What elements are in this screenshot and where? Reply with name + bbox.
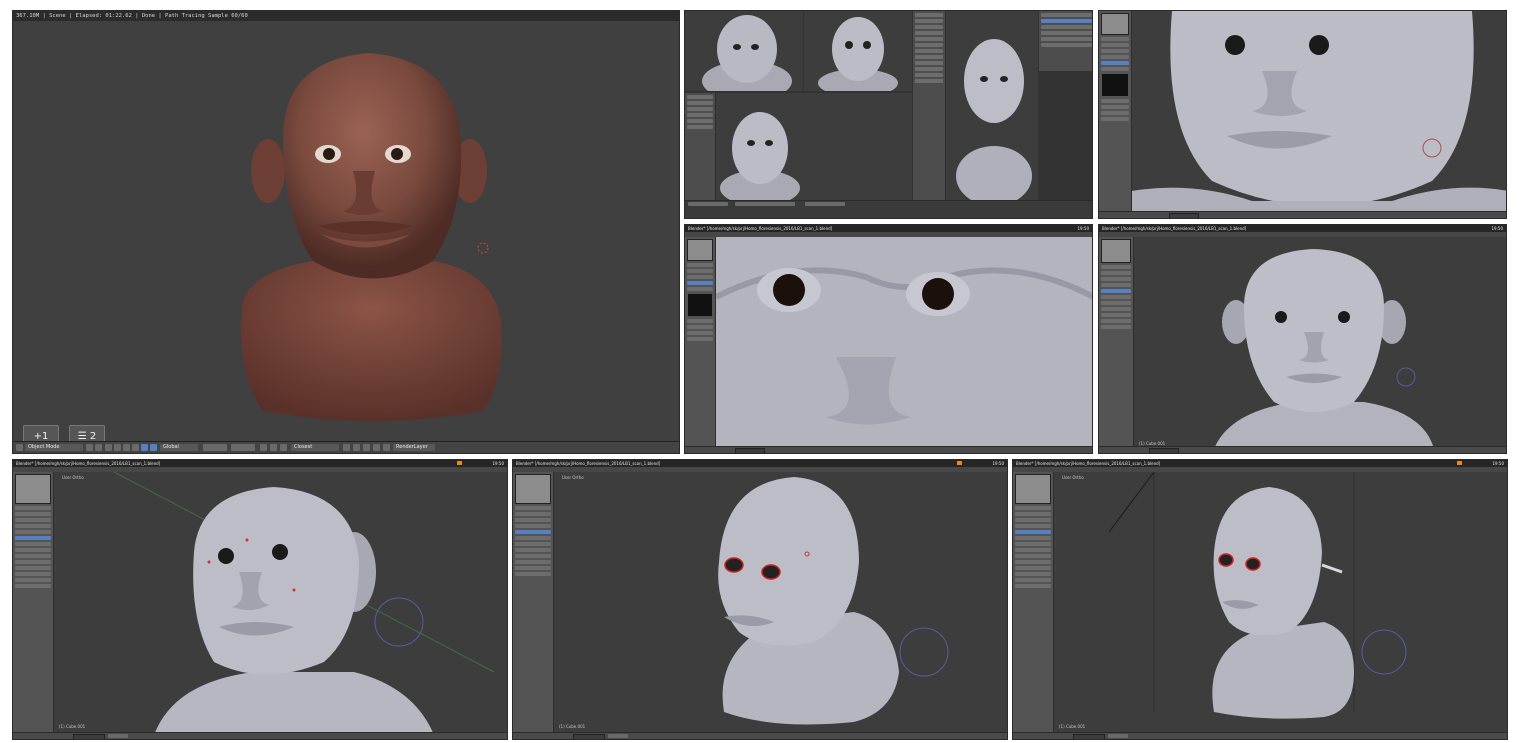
object-label: (1) Cube.001 [559,724,586,729]
front-head-panel[interactable]: Blender* [/home/mgh/sk/prj/Homo_floresie… [1098,224,1507,454]
view-top-left[interactable] [685,11,803,91]
n-panel[interactable] [1039,11,1092,71]
brush-thumbnail[interactable] [515,474,551,504]
closeup-face-panel[interactable] [1098,10,1507,219]
snap-icon[interactable] [141,444,148,451]
window-title-bar: Blender* [/home/mgh/sk/prj/Homo_floresie… [1099,225,1506,232]
clay-head-front [720,112,800,203]
eyes-viewport[interactable] [716,237,1092,449]
render-info-text: 367.10M | Scene | Elapsed: 01:22.62 | Do… [16,13,248,19]
magnet-icon[interactable] [280,444,287,451]
viewport-header-toolbar: Object Mode Global Closest RenderLayer [13,441,679,453]
window-title-bar: Blender* [/home/mgh/sk/prj/Homo_floresie… [1013,460,1507,467]
clay-head-side [956,39,1032,201]
grid-icon[interactable] [383,444,390,451]
grab-icon[interactable] [150,444,157,451]
window-title-bar: Blender* [/home/mgh/sk/prj/Homo_floresie… [513,460,1007,467]
blender-logo-icon [957,461,962,465]
sculpt-viewport-1[interactable]: User Ortho [54,472,507,735]
brush-thumbnail[interactable] [1015,474,1051,504]
object-label: (1) Cube.001 [59,724,86,729]
brush-thumbnail[interactable] [687,239,713,261]
render-layer-selector[interactable]: RenderLayer [393,444,435,451]
closeup-face-viewport[interactable] [1132,11,1506,214]
sculpt-panel-3[interactable]: Blender* [/home/mgh/sk/prj/Homo_floresie… [1012,459,1508,740]
sculpt-viewport-3[interactable]: User Ortho [1054,472,1507,735]
proportional-icon[interactable] [343,444,350,451]
sculpt-footer-2 [513,732,1007,739]
object-label: (1) Cube.001 [1059,724,1086,729]
layer-grid2-icon[interactable] [231,444,255,451]
view-menu-icon[interactable] [16,444,23,451]
clay-head-three-quarter-2 [1108,472,1407,719]
view-bottom-left[interactable] [685,93,912,203]
sculpt-footer-3 [1013,732,1507,739]
clay-head-small-1 [702,15,792,91]
front-head-viewport[interactable] [1134,237,1506,449]
rotate-icon[interactable] [123,444,130,451]
translate-icon[interactable] [114,444,121,451]
manipulator-icon[interactable] [105,444,112,451]
sculpt-tool-shelf[interactable] [685,237,716,449]
sculpt-tool-shelf[interactable] [1099,11,1132,214]
timeline-bar[interactable] [685,200,1092,218]
clay-head-side-angle [718,477,949,725]
orientation-selector[interactable]: Global [160,444,198,451]
eyes-closeup-panel[interactable]: Blender* [/home/mgh/sk/prj/Homo_floresie… [684,224,1093,454]
view-top-middle[interactable] [804,11,912,91]
sculpt-panel-1[interactable]: Blender* [/home/mgh/sk/prj/Homo_floresie… [12,459,508,740]
clay-head-front-large [1214,249,1434,449]
sculpt-viewport-2[interactable]: User Ortho [554,472,1007,735]
camera-icon[interactable] [270,444,277,451]
blender-logo-icon [457,461,462,465]
texture-slot[interactable] [1101,73,1129,97]
layer-grid-icon[interactable] [203,444,227,451]
window-title-bar: Blender* [/home/mgh/sk/prj/Homo_floresie… [685,225,1092,232]
render-viewport-panel[interactable]: 367.10M | Scene | Elapsed: 01:22.62 | Do… [12,10,680,454]
eyes-footer [685,446,1092,453]
blender-logo-icon [1457,461,1462,465]
render-info-bar: 367.10M | Scene | Elapsed: 01:22.62 | Do… [13,11,679,21]
window-title-bar: Blender* [/home/mgh/sk/prj/Homo_floresie… [13,460,507,467]
sculpt-footer-1 [13,732,507,739]
view-right-tall[interactable] [946,11,1038,201]
properties-column[interactable] [913,11,946,218]
sculpt-tool-shelf[interactable] [13,472,54,735]
lock-icon[interactable] [260,444,267,451]
clay-eyes-closeup [716,237,1092,449]
brush-thumbnail[interactable] [1101,239,1131,263]
brush-thumbnail[interactable] [15,474,51,504]
clay-head-small-2 [818,17,898,91]
pin-icon[interactable] [373,444,380,451]
snap-target-selector[interactable]: Closest [291,444,339,451]
clay-head-three-quarter [113,472,495,735]
shading-icon[interactable] [86,444,93,451]
sculpt-panel-2[interactable]: Blender* [/home/mgh/sk/prj/Homo_floresie… [512,459,1008,740]
render-icon[interactable] [353,444,360,451]
closeup-footer [1099,211,1506,218]
film-icon[interactable] [363,444,370,451]
sculpt-tool-shelf[interactable] [1013,472,1054,735]
rendered-bust [241,53,502,421]
texture-slot[interactable] [687,293,713,317]
front-footer [1099,446,1506,453]
mode-selector[interactable]: Object Mode [25,444,83,451]
scale-icon[interactable] [132,444,139,451]
sculpt-tool-shelf[interactable] [513,472,554,735]
pivot-icon[interactable] [95,444,102,451]
sculpt-tool-shelf[interactable] [1099,237,1134,449]
clay-face-closeup [1132,11,1506,214]
brush-thumbnail[interactable] [1101,13,1129,35]
render-canvas[interactable] [13,21,679,444]
multi-view-panel[interactable] [684,10,1093,219]
